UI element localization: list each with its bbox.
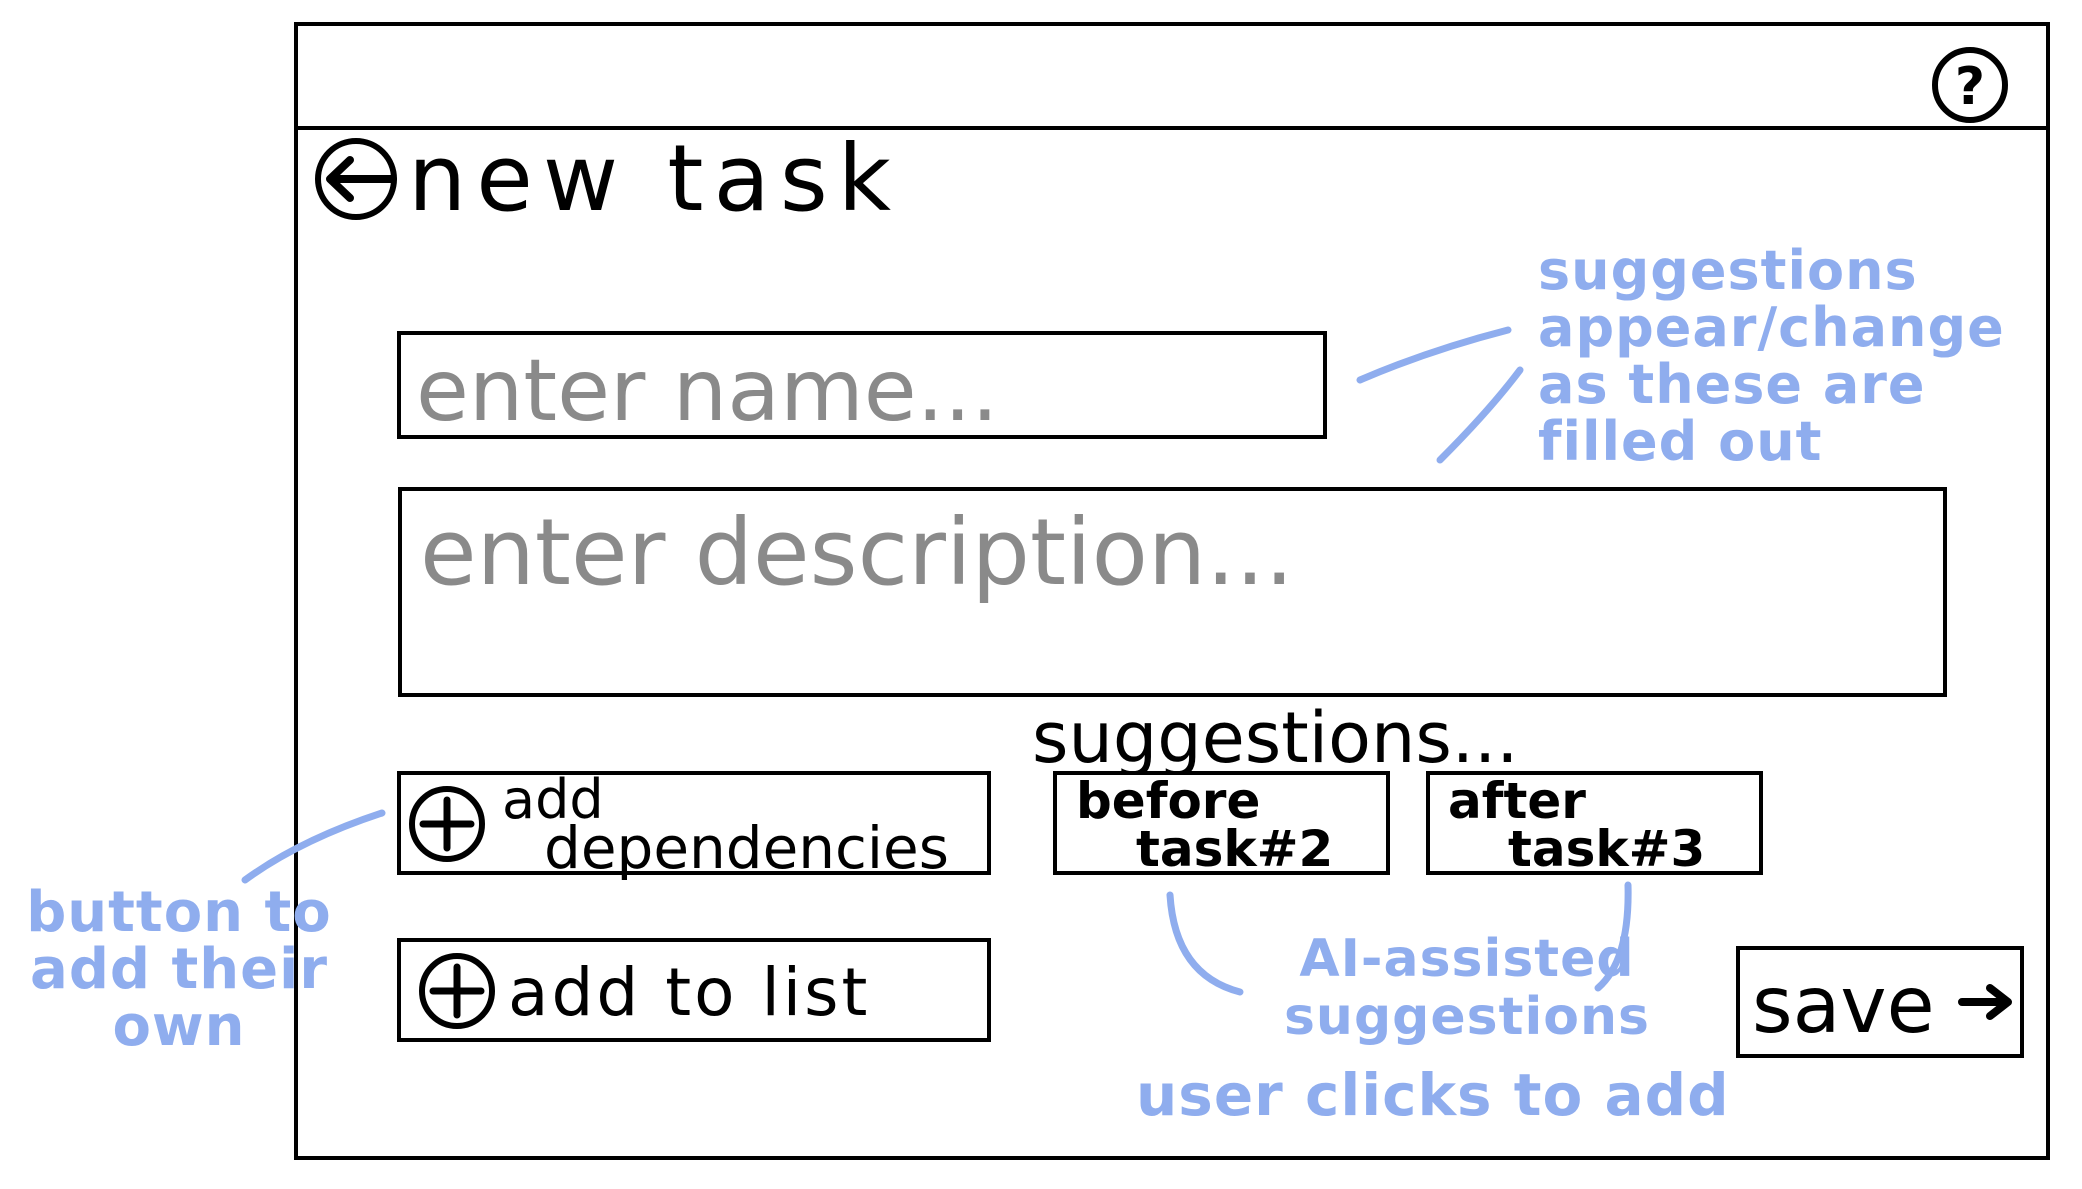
add-to-list-button[interactable]: add to list <box>397 938 991 1042</box>
annotation-stroke <box>1166 891 1244 996</box>
description-placeholder: enter description... <box>420 499 1294 606</box>
suggestion-chip[interactable]: before task#2 <box>1053 771 1390 878</box>
save-label: save <box>1752 961 1935 1051</box>
suggestion-line2: task#2 <box>1136 820 1333 878</box>
description-field[interactable]: enter description... <box>398 487 1947 697</box>
annotation-stroke <box>241 809 386 884</box>
suggestion-line2: task#3 <box>1508 820 1705 878</box>
annotation-stroke <box>1356 326 1512 384</box>
name-field[interactable]: enter name... <box>397 331 1327 441</box>
add-to-list-label: add to list <box>508 954 870 1031</box>
page-title: new task <box>408 125 901 232</box>
add-dependencies-label-line2: dependencies <box>544 814 949 882</box>
annotation-button-own: button to add their own <box>26 880 332 1059</box>
annotation-ai-assisted: AI-assisted suggestions <box>1283 929 1650 1047</box>
suggestion-chip[interactable]: after task#3 <box>1426 771 1763 878</box>
back-arrow <box>326 156 397 202</box>
save-button[interactable]: save <box>1736 946 2024 1058</box>
annotation-user-clicks: user clicks to add <box>1136 1061 1730 1129</box>
help-glyph: ? <box>1955 57 1985 117</box>
annotation-suggestions-change: suggestions appear/change as these are f… <box>1538 239 2005 473</box>
name-placeholder: enter name... <box>416 341 999 441</box>
suggestions-heading: suggestions... <box>1032 697 1519 779</box>
annotation-stroke <box>1436 366 1524 464</box>
help-button[interactable]: ? <box>1932 47 2008 123</box>
add-dependencies-button[interactable]: add dependencies <box>397 768 991 882</box>
back-button[interactable] <box>315 138 397 220</box>
